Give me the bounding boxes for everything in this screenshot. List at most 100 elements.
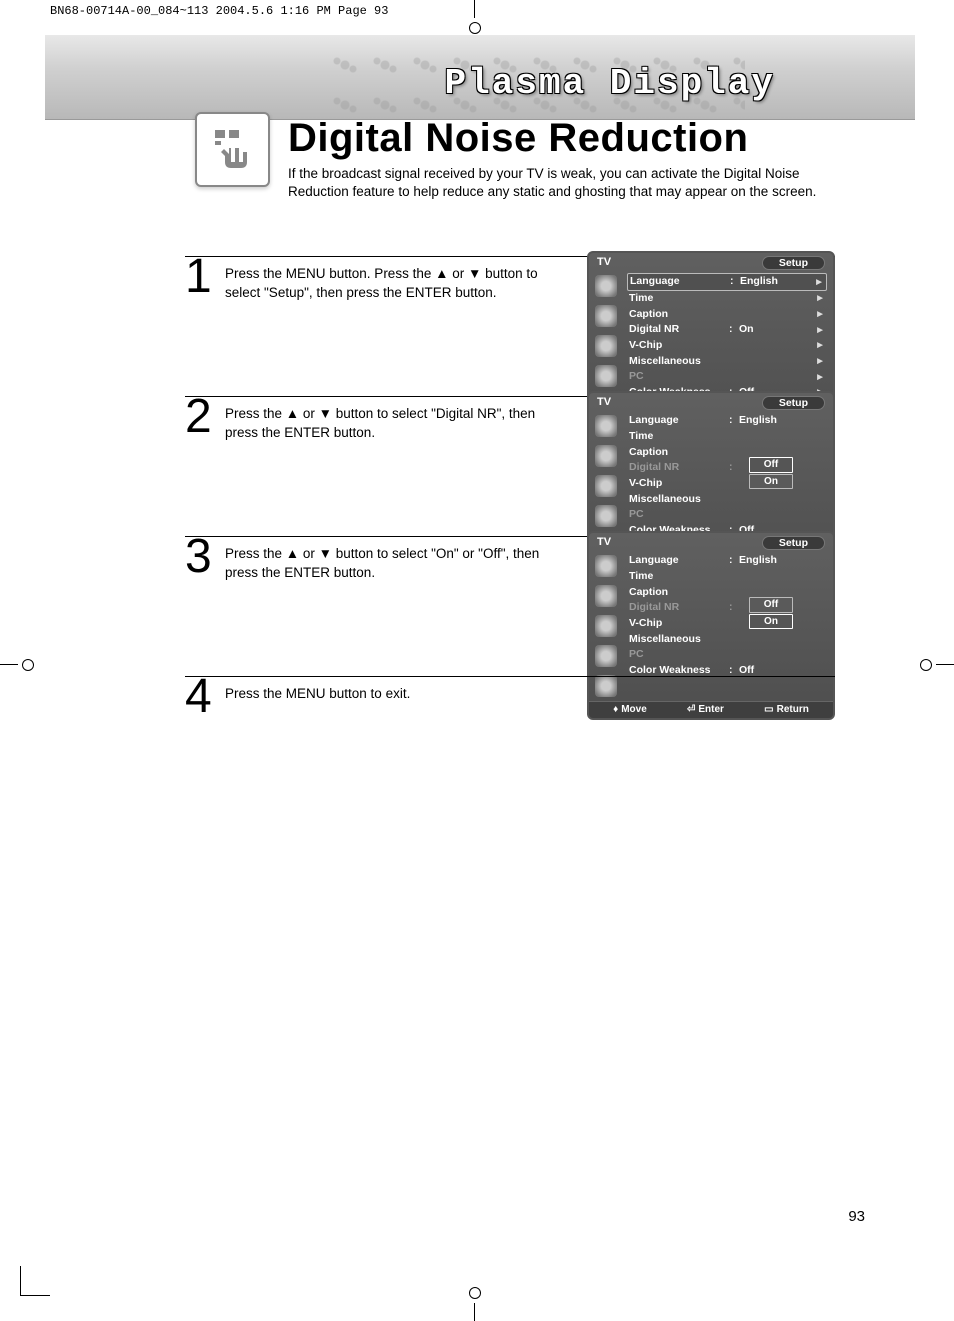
- osd-value: On: [739, 323, 815, 337]
- crop-mark-icon: [460, 0, 490, 30]
- osd-row-digital-nr: Digital NR:On►: [627, 322, 827, 338]
- chevron-right-icon: ►: [815, 308, 825, 321]
- step-number: 3: [185, 537, 225, 578]
- osd-row-time: Time ►: [627, 291, 827, 307]
- osd-row-time: Time: [627, 429, 827, 445]
- osd-label: V-Chip: [629, 617, 729, 631]
- step-2: 2 Press the ▲ or ▼ button to select "Dig…: [185, 396, 835, 536]
- osd-row-misc: Miscellaneous: [627, 632, 827, 648]
- osd-row-vchip: V-Chip: [627, 616, 827, 632]
- crop-mark-icon: [0, 650, 30, 680]
- osd-label: Digital NR: [629, 601, 729, 615]
- chevron-right-icon: ►: [815, 324, 825, 337]
- step-text: Press the MENU button. Press the ▲ or ▼ …: [225, 263, 555, 301]
- osd-row-vchip: V-Chip►: [627, 338, 827, 354]
- step-4: 4 Press the MENU button to exit.: [185, 676, 835, 738]
- osd-setup-label: Setup: [762, 256, 825, 270]
- osd-cat-icon: [595, 505, 617, 527]
- step-number: 4: [185, 677, 225, 718]
- osd-label: Language: [630, 275, 730, 289]
- osd-label: V-Chip: [629, 477, 729, 491]
- banner-title: Plasma Display: [445, 63, 775, 104]
- osd-label: Digital NR: [629, 461, 729, 475]
- osd-cat-icon: [595, 275, 617, 297]
- osd-option-on: On: [749, 474, 793, 490]
- osd-cat-icon: [595, 365, 617, 387]
- osd-value: English: [740, 275, 814, 289]
- chevron-right-icon: ►: [815, 355, 825, 368]
- step-text: Press the ▲ or ▼ button to select "On" o…: [225, 543, 555, 581]
- intro-text: If the broadcast signal received by your…: [288, 165, 848, 201]
- osd-tv-label: TV: [597, 396, 611, 410]
- osd-row-misc: Miscellaneous: [627, 492, 827, 508]
- step-number: 1: [185, 257, 225, 298]
- osd-label: Caption: [629, 308, 729, 322]
- osd-value: English: [739, 554, 825, 568]
- osd-label: Time: [629, 570, 729, 584]
- osd-row-misc: Miscellaneous ►: [627, 354, 827, 370]
- step-number: 2: [185, 397, 225, 438]
- osd-option-on: On: [749, 614, 793, 630]
- osd-row-language: Language:English: [627, 413, 827, 429]
- osd-row-language: Language: English►: [627, 273, 827, 291]
- osd-label: Miscellaneous: [629, 633, 729, 647]
- chevron-right-icon: ►: [814, 276, 824, 289]
- osd-row-digital-nr: Digital NR:: [627, 600, 827, 616]
- chevron-right-icon: ►: [815, 292, 825, 305]
- osd-label: PC: [629, 508, 729, 522]
- osd-cat-icon: [595, 475, 617, 497]
- osd-tv-label: TV: [597, 536, 611, 550]
- page-number: 93: [848, 1208, 865, 1225]
- hand-pointer-icon: [195, 112, 270, 187]
- osd-cat-icon: [595, 445, 617, 467]
- osd-value: English: [739, 414, 825, 428]
- osd-row-language: Language:English: [627, 553, 827, 569]
- header-banner: Plasma Display: [45, 35, 915, 120]
- chevron-right-icon: ►: [815, 339, 825, 352]
- osd-setup-label: Setup: [762, 396, 825, 410]
- osd-cat-icon: [595, 555, 617, 577]
- osd-cat-icon: [595, 585, 617, 607]
- osd-label: Time: [629, 430, 729, 444]
- osd-row-pc: PC ►: [627, 369, 827, 385]
- osd-label: PC: [629, 370, 729, 384]
- osd-label: Language: [629, 554, 729, 568]
- osd-option-popup: Off On: [749, 457, 793, 489]
- osd-cat-icon: [595, 305, 617, 327]
- osd-setup-label: Setup: [762, 536, 825, 550]
- step-1: 1 Press the MENU button. Press the ▲ or …: [185, 256, 835, 396]
- page-title: Digital Noise Reduction: [288, 116, 848, 161]
- crop-mark-icon: [924, 650, 954, 680]
- chevron-right-icon: ►: [815, 371, 825, 384]
- page-content: Plasma Display Digital Noise Reduction I…: [45, 35, 915, 1285]
- osd-row-caption: Caption ►: [627, 307, 827, 323]
- osd-label: Language: [629, 414, 729, 428]
- osd-cat-icon: [595, 645, 617, 667]
- osd-row-pc: PC: [627, 647, 827, 663]
- osd-label: Miscellaneous: [629, 355, 729, 369]
- osd-cat-icon: [595, 335, 617, 357]
- title-row: Digital Noise Reduction If the broadcast…: [45, 110, 915, 201]
- osd-label: Caption: [629, 586, 729, 600]
- osd-label: Digital NR: [629, 323, 729, 337]
- osd-tv-label: TV: [597, 256, 611, 270]
- print-header: BN68-00714A-00_084~113 2004.5.6 1:16 PM …: [50, 4, 388, 18]
- osd-label: PC: [629, 648, 729, 662]
- step-text: Press the MENU button to exit.: [225, 683, 410, 703]
- osd-label: Time: [629, 292, 729, 306]
- crop-mark-icon: [460, 1291, 490, 1321]
- osd-option-off: Off: [749, 457, 793, 473]
- osd-row-caption: Caption: [627, 445, 827, 461]
- osd-row-time: Time: [627, 569, 827, 585]
- osd-label: Caption: [629, 446, 729, 460]
- osd-cat-icon: [595, 415, 617, 437]
- osd-row-vchip: V-Chip: [627, 476, 827, 492]
- osd-option-off: Off: [749, 597, 793, 613]
- osd-row-pc: PC: [627, 507, 827, 523]
- steps-list: 1 Press the MENU button. Press the ▲ or …: [185, 256, 835, 738]
- step-text: Press the ▲ or ▼ button to select "Digit…: [225, 403, 555, 441]
- osd-cat-icon: [595, 615, 617, 637]
- osd-row-caption: Caption: [627, 585, 827, 601]
- osd-row-digital-nr: Digital NR:: [627, 460, 827, 476]
- step-3: 3 Press the ▲ or ▼ button to select "On"…: [185, 536, 835, 676]
